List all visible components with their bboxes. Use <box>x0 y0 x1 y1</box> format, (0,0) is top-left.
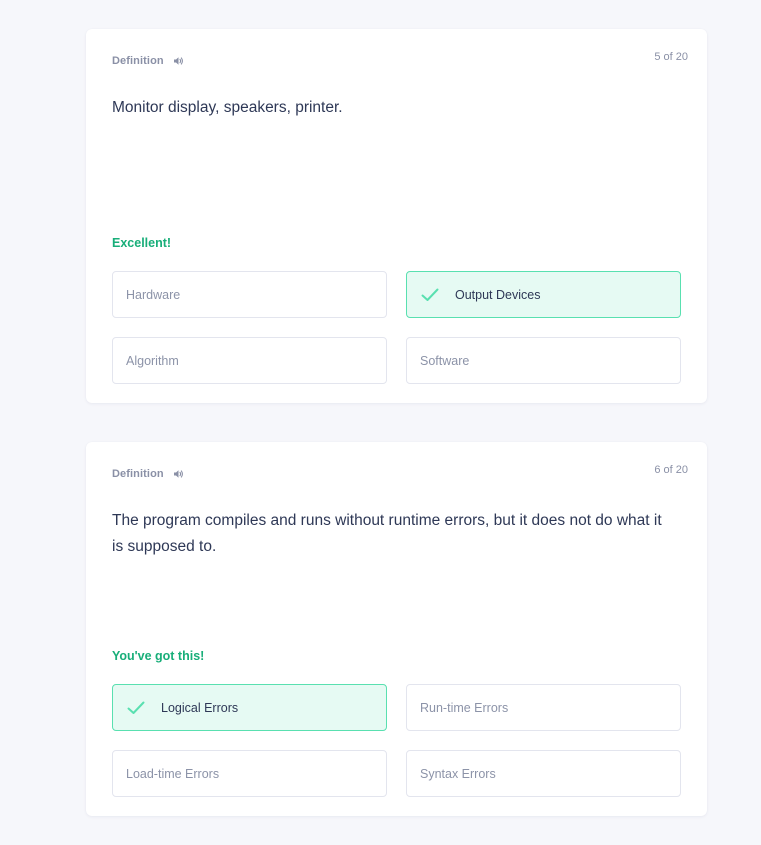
answer-option-algorithm[interactable]: Algorithm <box>112 337 387 384</box>
answer-option-hardware[interactable]: Hardware <box>112 271 387 318</box>
question-prompt: The program compiles and runs without ru… <box>112 512 662 555</box>
speaker-icon[interactable] <box>173 468 185 480</box>
answer-option-label: Syntax Errors <box>420 766 496 781</box>
question-counter: 5 of 20 <box>654 51 688 63</box>
answer-options: Logical Errors Run-time Errors Load-time… <box>112 684 681 797</box>
question-card: Definition 5 of 20 Monitor display, spea… <box>86 29 707 403</box>
answer-option-label: Software <box>420 353 470 368</box>
card-header: Definition <box>112 55 185 67</box>
question-counter: 6 of 20 <box>654 464 688 476</box>
answer-option-label: Hardware <box>126 287 181 302</box>
term-label: Definition <box>112 468 164 480</box>
answer-option-software[interactable]: Software <box>406 337 681 384</box>
term-label: Definition <box>112 55 164 67</box>
check-icon <box>421 288 439 302</box>
answer-option-label: Logical Errors <box>161 700 239 715</box>
answer-option-label: Algorithm <box>126 353 179 368</box>
answer-option-run-time-errors[interactable]: Run-time Errors <box>406 684 681 731</box>
answer-option-syntax-errors[interactable]: Syntax Errors <box>406 750 681 797</box>
answer-option-logical-errors[interactable]: Logical Errors <box>112 684 387 731</box>
feedback-message: You've got this! <box>112 649 205 663</box>
answer-option-load-time-errors[interactable]: Load-time Errors <box>112 750 387 797</box>
answer-option-output-devices[interactable]: Output Devices <box>406 271 681 318</box>
check-icon <box>127 701 145 715</box>
answer-option-label: Output Devices <box>455 287 541 302</box>
question-prompt: Monitor display, speakers, printer. <box>112 99 343 116</box>
card-header: Definition <box>112 468 185 480</box>
answer-option-label: Run-time Errors <box>420 700 509 715</box>
question-card: Definition 6 of 20 The program compiles … <box>86 442 707 816</box>
speaker-icon[interactable] <box>173 55 185 67</box>
answer-option-label: Load-time Errors <box>126 766 220 781</box>
answer-options: Hardware Output Devices Algorithm Softwa… <box>112 271 681 384</box>
feedback-message: Excellent! <box>112 236 172 250</box>
